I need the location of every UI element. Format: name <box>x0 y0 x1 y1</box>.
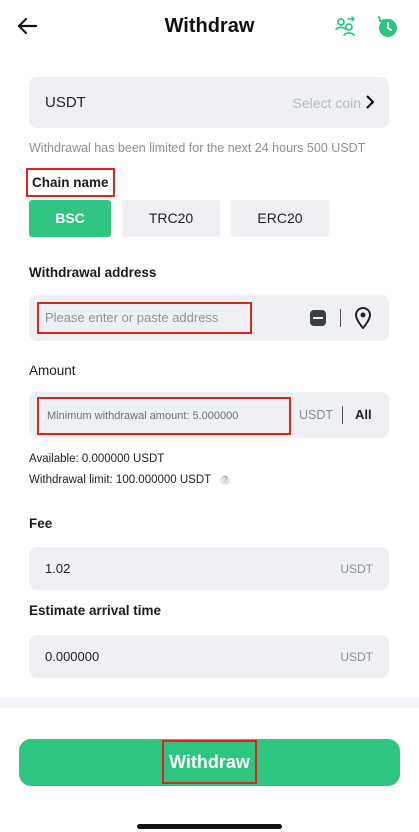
help-icon[interactable]: ? <box>220 474 231 485</box>
scan-icon[interactable] <box>309 309 327 327</box>
coin-select[interactable]: USDT Select coin <box>29 77 389 128</box>
address-book-icon[interactable] <box>333 15 357 39</box>
amount-unit: USDT <box>299 408 334 422</box>
fee-unit: USDT <box>340 562 373 576</box>
amount-input[interactable]: Minimum withdrawal amount: 5.000000 <box>37 397 291 435</box>
withdrawal-limit: Withdrawal limit: 100.000000 USDT ? <box>29 474 231 486</box>
select-coin-placeholder: Select coin <box>292 95 361 111</box>
chain-tab-erc20[interactable]: ERC20 <box>231 200 329 237</box>
available-value: 0.000000 USDT <box>81 453 165 465</box>
arrival-field: 0.000000 USDT <box>29 635 389 678</box>
fee-value: 1.02 <box>45 561 71 576</box>
home-indicator <box>137 824 282 829</box>
available-label: Available: <box>29 453 79 465</box>
withdrawal-limit-label: Withdrawal limit: <box>29 474 113 486</box>
arrival-unit: USDT <box>340 650 373 664</box>
withdrawal-limit-value: 100.000000 USDT <box>115 474 211 486</box>
withdraw-button-label: Withdraw <box>162 740 257 784</box>
header: Withdraw <box>0 0 419 56</box>
withdraw-button[interactable]: Withdraw <box>19 739 400 786</box>
arrival-value: 0.000000 <box>45 649 100 664</box>
amount-label: Amount <box>29 363 76 378</box>
bottom-bar: Withdraw <box>0 708 419 832</box>
address-divider <box>340 309 341 327</box>
chain-tab-bsc[interactable]: BSC <box>29 200 111 237</box>
fee-field: 1.02 USDT <box>29 547 389 590</box>
fee-label: Fee <box>29 516 53 531</box>
address-field[interactable]: Please enter or paste address <box>29 295 389 341</box>
amount-field[interactable]: Minimum withdrawal amount: 5.000000 USDT… <box>29 392 389 438</box>
arrival-time-label: Estimate arrival time <box>29 603 162 618</box>
history-icon[interactable] <box>376 15 400 39</box>
withdrawal-address-label: Withdrawal address <box>29 265 157 280</box>
chain-name-label: Chain name <box>26 168 115 197</box>
amount-divider <box>342 406 343 424</box>
withdrawal-limit-note: Withdrawal has been limited for the next… <box>29 141 366 155</box>
chain-tab-trc20[interactable]: TRC20 <box>122 200 220 237</box>
available-balance: Available: 0.000000 USDT <box>29 453 164 465</box>
chevron-right-icon <box>366 95 375 109</box>
location-pin-icon[interactable] <box>354 307 372 329</box>
selected-coin: USDT <box>45 94 86 111</box>
address-input[interactable]: Please enter or paste address <box>37 302 252 334</box>
withdraw-form-card: Withdraw USDT Select coin Withdrawal has… <box>0 0 419 698</box>
all-button[interactable]: All <box>355 407 372 422</box>
